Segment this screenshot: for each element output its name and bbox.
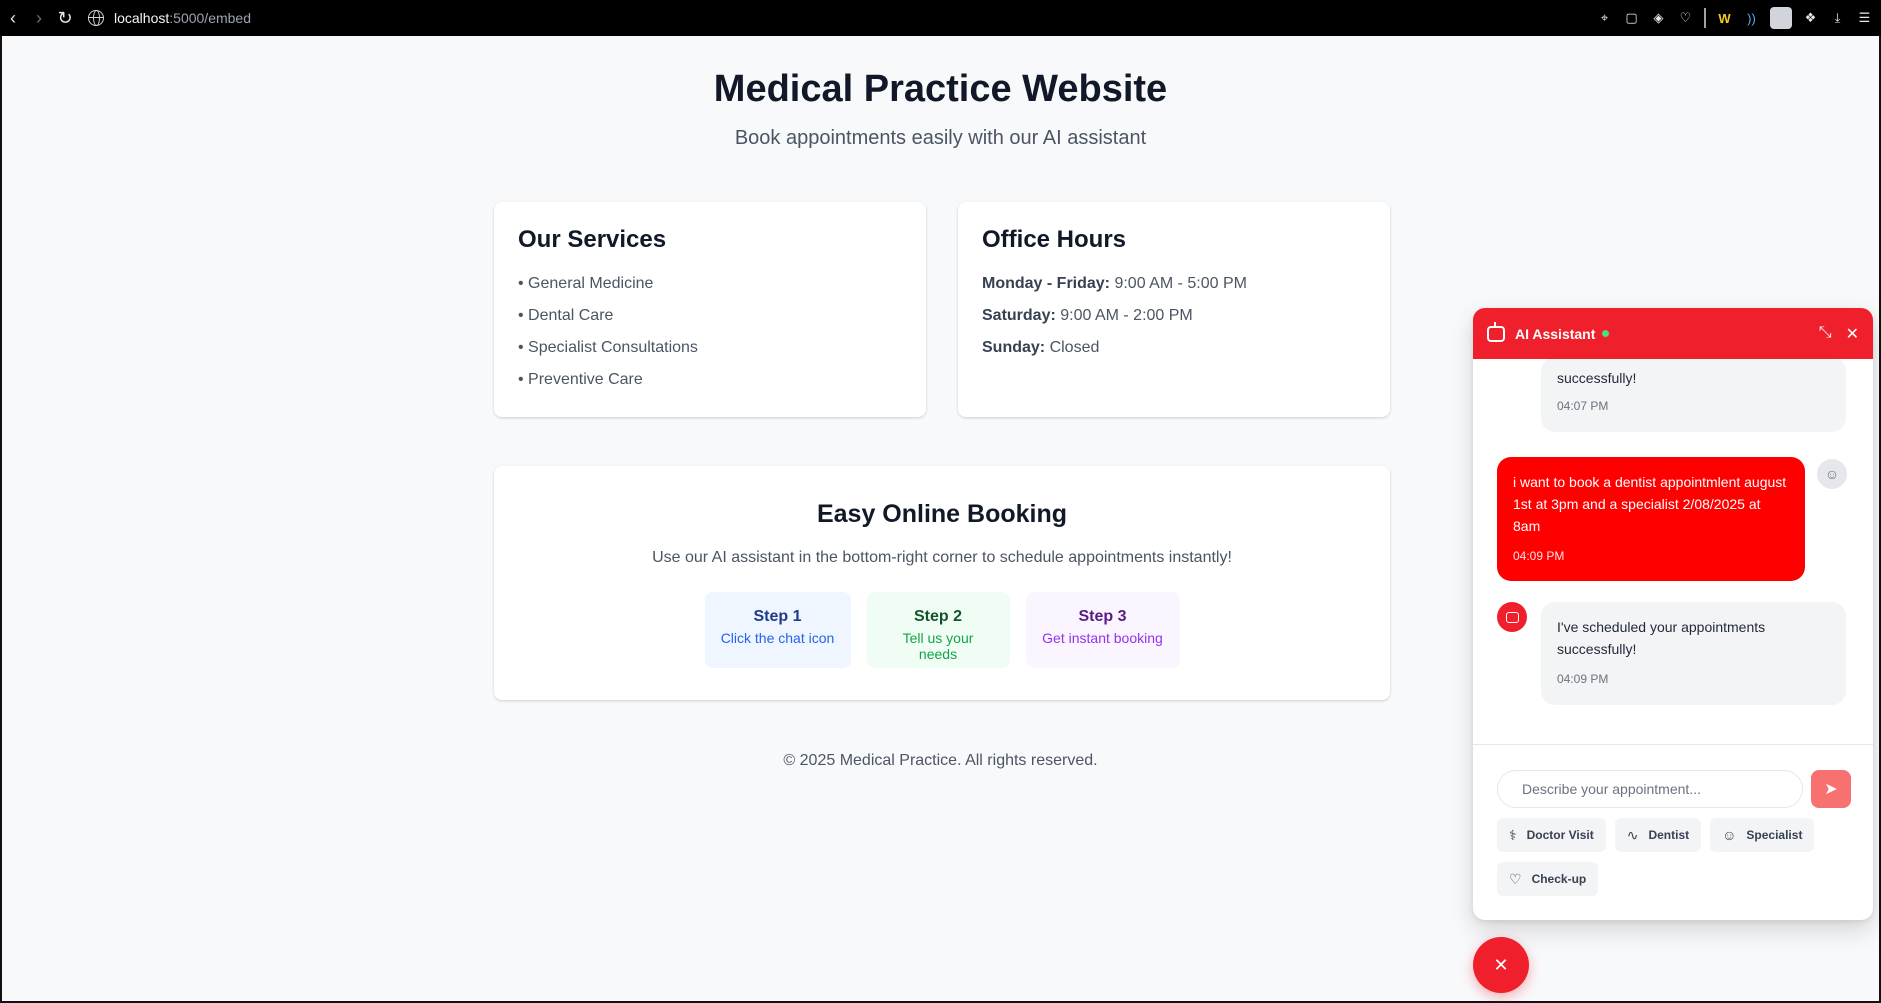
- chat-widget: AI Assistant ⤡ ✕ successfully! 04:07 PM …: [1473, 308, 1873, 920]
- bot-icon: [1487, 321, 1505, 342]
- extension-w-icon[interactable]: W: [1716, 10, 1733, 27]
- service-item: • Dental Care: [518, 307, 614, 324]
- hours-row: Monday - Friday: 9:00 AM - 5:00 PM: [982, 268, 1366, 300]
- heart-icon: ♡: [1509, 870, 1522, 887]
- chat-divider: [1473, 744, 1873, 745]
- booking-description: Use our AI assistant in the bottom-right…: [652, 549, 1232, 566]
- chat-header: AI Assistant ⤡ ✕: [1473, 308, 1873, 359]
- download-icon[interactable]: ⤓: [1829, 10, 1846, 27]
- page-subtitle: Book appointments easily with our AI ass…: [734, 127, 1147, 149]
- chat-messages[interactable]: successfully! 04:07 PM i want to book a …: [1473, 359, 1873, 743]
- services-card: Our Services • General Medicine • Dental…: [494, 202, 926, 417]
- quick-actions: ⚕ Doctor Visit ∿ Dentist ☺ Specialist ♡ …: [1497, 818, 1837, 896]
- extension-icons: ⌖ ▢ ◈ ♡ W )) ❖ ⤓ ☰: [1596, 0, 1873, 36]
- minimize-icon[interactable]: ⤡: [1819, 324, 1832, 344]
- chat-title: AI Assistant: [1515, 325, 1596, 342]
- office-hours-card: Office Hours Monday - Friday: 9:00 AM - …: [958, 202, 1390, 417]
- user-message: i want to book a dentist appointmlent au…: [1497, 457, 1805, 581]
- booking-title: Easy Online Booking: [816, 500, 1068, 528]
- forward-icon[interactable]: ›: [26, 0, 52, 36]
- stethoscope-icon: ⚕: [1509, 826, 1517, 843]
- address-bar[interactable]: localhost:5000/embed: [88, 0, 251, 36]
- office-hours-title: Office Hours: [982, 226, 1127, 253]
- hours-time: Closed: [1045, 339, 1100, 356]
- close-icon[interactable]: ✕: [1846, 324, 1859, 344]
- message-text: successfully!: [1557, 370, 1637, 386]
- appointment-input[interactable]: [1497, 770, 1803, 808]
- profile-avatar[interactable]: [1770, 7, 1792, 29]
- chip-label: Check-up: [1531, 872, 1587, 886]
- pocket-icon[interactable]: ◈: [1650, 10, 1667, 27]
- bot-message: I've scheduled your appointments success…: [1541, 602, 1846, 705]
- service-item: • Specialist Consultations: [518, 339, 698, 356]
- page-title: Medical Practice Website: [713, 68, 1168, 110]
- user-check-icon: ☺: [1722, 827, 1737, 843]
- message-text: I've scheduled your appointments success…: [1557, 619, 1766, 657]
- user-avatar-icon: ☺: [1817, 459, 1847, 489]
- quick-action-doctor-visit[interactable]: ⚕ Doctor Visit: [1497, 818, 1606, 852]
- hours-day: Saturday:: [982, 307, 1056, 324]
- url-host: localhost: [114, 10, 170, 26]
- extension-wave-icon[interactable]: )): [1743, 10, 1760, 27]
- message-time: 04:07 PM: [1557, 399, 1609, 413]
- message-text: i want to book a dentist appointmlent au…: [1513, 474, 1787, 534]
- bot-message: successfully! 04:07 PM: [1541, 359, 1846, 432]
- step-text: Click the chat icon: [720, 630, 835, 646]
- hours-day: Sunday:: [982, 339, 1046, 356]
- service-item: • Preventive Care: [518, 371, 643, 388]
- quick-action-specialist[interactable]: ☺ Specialist: [1710, 818, 1815, 852]
- step-card-1: Step 1 Click the chat icon: [704, 592, 851, 668]
- globe-icon: [88, 10, 104, 26]
- step-title: Step 3: [1078, 608, 1127, 625]
- booking-card: Easy Online Booking Use our AI assistant…: [494, 466, 1390, 700]
- menu-icon[interactable]: ☰: [1856, 10, 1873, 27]
- step-title: Step 2: [913, 608, 962, 625]
- url-path: :5000/embed: [169, 10, 251, 26]
- booking-steps: Step 1 Click the chat icon Step 2 Tell u…: [494, 592, 1390, 668]
- chip-label: Doctor Visit: [1526, 828, 1594, 842]
- hours-time: 9:00 AM - 2:00 PM: [1055, 307, 1193, 324]
- close-icon: ✕: [1493, 954, 1509, 975]
- hours-day: Monday - Friday:: [982, 275, 1111, 292]
- services-title: Our Services: [518, 226, 667, 253]
- hours-row: Sunday: Closed: [982, 332, 1366, 364]
- quick-action-dentist[interactable]: ∿ Dentist: [1614, 818, 1702, 852]
- chip-label: Specialist: [1746, 828, 1803, 842]
- browser-toolbar: ‹ › ↻ localhost:5000/embed ⌖ ▢ ◈ ♡ W )) …: [0, 0, 1881, 36]
- screenshot-icon[interactable]: ▢: [1623, 10, 1640, 27]
- message-time: 04:09 PM: [1513, 549, 1565, 563]
- quick-action-check-up[interactable]: ♡ Check-up: [1497, 862, 1599, 896]
- hours-time: 9:00 AM - 5:00 PM: [1110, 275, 1247, 292]
- chip-label: Dentist: [1648, 828, 1690, 842]
- step-text: Get instant booking: [1042, 630, 1163, 646]
- pin-icon[interactable]: ⌖: [1596, 10, 1613, 27]
- bot-avatar-icon: [1497, 602, 1527, 632]
- step-card-3: Step 3 Get instant booking: [1025, 592, 1180, 668]
- online-status-dot: [1602, 330, 1610, 337]
- send-icon[interactable]: ➤: [1811, 770, 1851, 808]
- toolbar-divider: [1704, 8, 1706, 28]
- step-title: Step 1: [753, 608, 802, 625]
- message-time: 04:09 PM: [1557, 672, 1609, 686]
- activity-icon: ∿: [1626, 826, 1639, 843]
- extensions-puzzle-icon[interactable]: ❖: [1802, 10, 1819, 27]
- service-item: • General Medicine: [518, 275, 654, 292]
- step-text: Tell us your needs: [902, 630, 974, 662]
- chat-toggle-button[interactable]: ✕: [1473, 937, 1529, 993]
- heart-outline-icon[interactable]: ♡: [1677, 10, 1694, 27]
- reload-icon[interactable]: ↻: [52, 0, 78, 36]
- step-card-2: Step 2 Tell us your needs: [866, 592, 1010, 668]
- back-icon[interactable]: ‹: [0, 0, 26, 36]
- hours-row: Saturday: 9:00 AM - 2:00 PM: [982, 300, 1366, 332]
